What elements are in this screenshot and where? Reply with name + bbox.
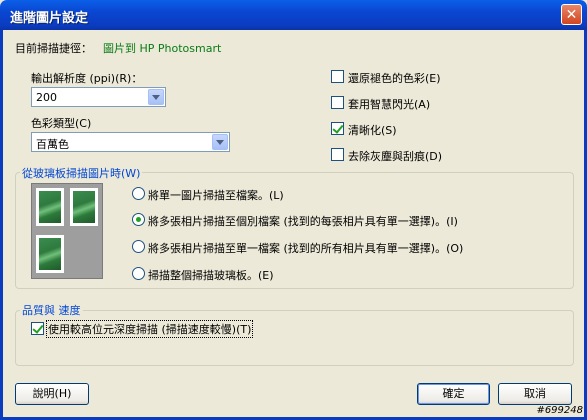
window-title: 進階圖片設定 xyxy=(10,11,89,26)
radio-multi-single-file[interactable] xyxy=(132,240,145,253)
help-button[interactable]: 說明(H) xyxy=(15,383,89,405)
watermark-text: #699248 xyxy=(536,405,583,416)
adaptive-flash-checkbox[interactable] xyxy=(331,96,344,109)
quality-speed-group xyxy=(15,310,574,366)
radio-multi-separate-label[interactable]: 將多張相片掃描至個別檔案 (找到的每張相片具有單一選擇)。(I) xyxy=(148,213,458,229)
color-type-dropdown[interactable]: 百萬色 xyxy=(31,132,230,152)
resolution-value: 200 xyxy=(36,91,57,104)
radio-single-image-label[interactable]: 將單一圖片掃描至檔案。(L) xyxy=(148,187,284,203)
chevron-down-icon[interactable] xyxy=(148,89,164,105)
ok-button[interactable]: 確定 xyxy=(417,383,490,405)
resolution-label: 輸出解析度 (ppi)(R)： xyxy=(31,72,143,85)
radio-multi-separate[interactable] xyxy=(132,213,145,226)
high-bit-depth-label[interactable]: 使用較高位元深度掃描 (掃描速度較慢)(T) xyxy=(45,320,254,338)
title-bar: 進階圖片設定 ✕ xyxy=(0,0,587,30)
sharpen-checkbox[interactable] xyxy=(331,122,344,135)
scan-path-value: 圖片到 HP Photosmart xyxy=(103,42,222,55)
close-button[interactable]: ✕ xyxy=(561,4,582,25)
color-type-value: 百萬色 xyxy=(36,138,69,151)
radio-single-image[interactable] xyxy=(132,187,145,200)
restore-faded-label[interactable]: 還原褪色的色彩(E) xyxy=(348,70,441,86)
scan-preview xyxy=(31,183,103,279)
resolution-dropdown[interactable]: 200 xyxy=(31,87,166,107)
photo-icon xyxy=(36,188,64,226)
scan-path-label: 目前掃描捷徑： xyxy=(15,42,92,55)
color-type-label: 色彩類型(C) xyxy=(31,117,92,130)
cancel-button[interactable]: 取消 xyxy=(498,383,572,405)
restore-faded-checkbox[interactable] xyxy=(331,70,344,83)
high-bit-depth-checkbox[interactable] xyxy=(31,322,44,335)
remove-dust-checkbox[interactable] xyxy=(331,148,344,161)
glass-scan-group-title: 從玻璃板掃描圖片時(W) xyxy=(20,165,143,181)
close-icon: ✕ xyxy=(565,7,578,23)
radio-whole-glass[interactable] xyxy=(132,267,145,280)
chevron-down-icon[interactable] xyxy=(212,134,228,150)
photo-icon xyxy=(36,235,64,273)
photo-icon xyxy=(70,188,98,226)
sharpen-label[interactable]: 清晰化(S) xyxy=(348,122,397,138)
quality-speed-group-title: 品質與 速度 xyxy=(20,302,83,318)
remove-dust-label[interactable]: 去除灰塵與刮痕(D) xyxy=(348,148,442,164)
radio-whole-glass-label[interactable]: 掃描整個掃描玻璃板。(E) xyxy=(148,267,274,283)
adaptive-flash-label[interactable]: 套用智慧閃光(A) xyxy=(348,96,430,112)
radio-multi-single-file-label[interactable]: 將多張相片掃描至單一檔案 (找到的所有相片具有單一選擇)。(O) xyxy=(148,240,463,256)
